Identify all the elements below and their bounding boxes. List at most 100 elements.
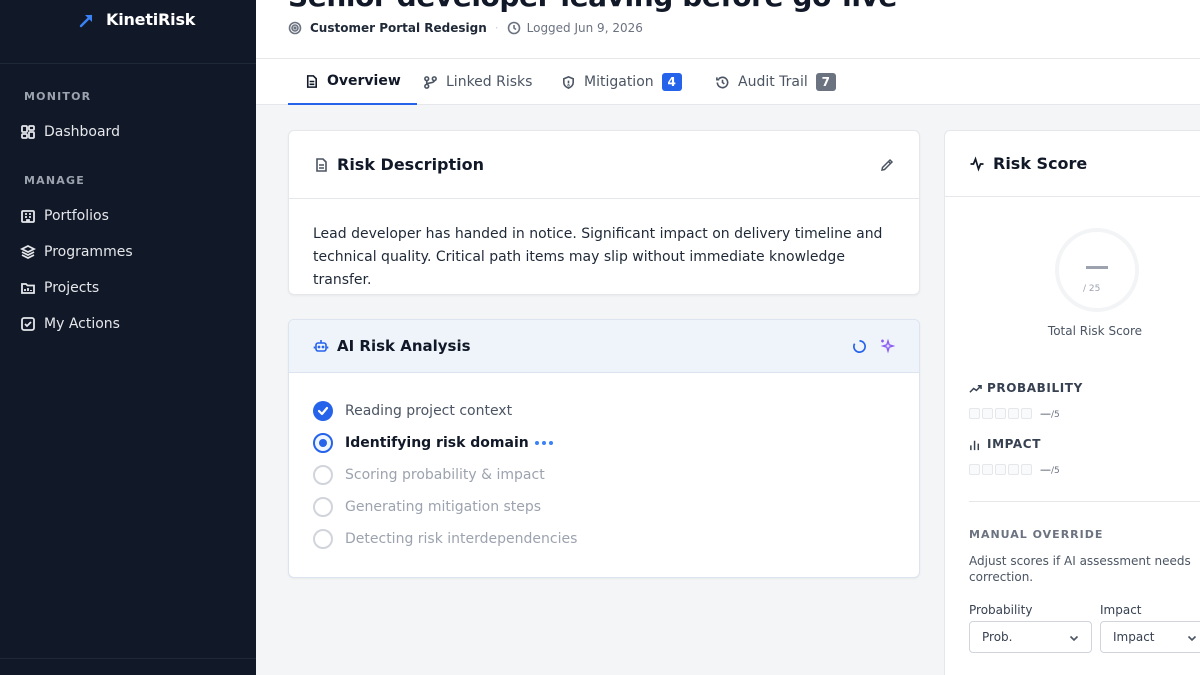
history-icon bbox=[716, 76, 729, 88]
layers-icon bbox=[20, 244, 36, 260]
sidebar-item-label: Dashboard bbox=[44, 124, 120, 140]
score-divider bbox=[969, 501, 1200, 502]
analysis-step: Generating mitigation steps bbox=[313, 491, 895, 523]
probability-value: —/5 bbox=[1040, 407, 1060, 420]
tab-linked-risks[interactable]: Linked Risks bbox=[423, 59, 532, 105]
branch-icon bbox=[424, 75, 437, 89]
analysis-steps: Reading project context Identifying risk… bbox=[289, 373, 919, 555]
tab-label: Linked Risks bbox=[446, 74, 533, 90]
card-title: AI Risk Analysis bbox=[337, 337, 471, 355]
bar-chart-icon bbox=[970, 440, 980, 450]
risk-description-card: Risk Description Lead developer has hand… bbox=[288, 130, 920, 295]
impact-value: —/5 bbox=[1040, 463, 1060, 476]
chevron-down-icon bbox=[1069, 635, 1079, 642]
empty-circle-icon bbox=[313, 529, 333, 549]
total-score-max: / 25 bbox=[1083, 284, 1101, 294]
card-header: Risk Description bbox=[289, 131, 919, 199]
probability-select-label: Probability bbox=[969, 603, 1033, 617]
radio-active-icon bbox=[313, 433, 333, 453]
impact-select[interactable]: Impact bbox=[1100, 621, 1200, 653]
sidebar-item-my-actions[interactable]: My Actions bbox=[0, 306, 256, 342]
probability-select[interactable]: Prob. bbox=[969, 621, 1092, 653]
sidebar: KinetiRisk MONITOR Dashboard MANAGE Port… bbox=[0, 0, 256, 675]
step-label: Detecting risk interdependencies bbox=[345, 531, 578, 547]
probability-pips: —/5 bbox=[969, 407, 1060, 420]
document-icon bbox=[316, 157, 327, 172]
logged-date: Logged Jun 9, 2026 bbox=[526, 21, 643, 35]
step-label: Scoring probability & impact bbox=[345, 467, 545, 483]
checkbox-icon bbox=[21, 317, 35, 331]
document-icon bbox=[306, 74, 317, 88]
app-name: KinetiRisk bbox=[106, 10, 196, 29]
tab-label: Mitigation bbox=[584, 74, 654, 90]
manual-override-help: Adjust scores if AI assessment needs cor… bbox=[969, 554, 1191, 584]
analysis-step: Reading project context bbox=[313, 395, 895, 427]
ai-analysis-card: AI Risk Analysis Reading project context… bbox=[288, 319, 920, 578]
step-label: Generating mitigation steps bbox=[345, 499, 542, 515]
sparkles-icon[interactable] bbox=[879, 338, 895, 354]
edit-pencil-icon[interactable] bbox=[879, 157, 895, 173]
sidebar-item-projects[interactable]: Projects bbox=[0, 270, 256, 306]
page-title: Senior developer leaving before go-live bbox=[288, 0, 897, 13]
sidebar-item-label: My Actions bbox=[44, 316, 120, 332]
main-content: Senior developer leaving before go-live … bbox=[256, 0, 1200, 675]
section-label-manage: MANAGE bbox=[24, 174, 85, 187]
risk-score-gauge bbox=[1055, 228, 1139, 312]
arrow-logo-icon bbox=[79, 14, 93, 28]
empty-circle-icon bbox=[313, 497, 333, 517]
risk-description-text: Lead developer has handed in notice. Sig… bbox=[313, 226, 883, 288]
total-score-placeholder bbox=[1086, 266, 1108, 269]
meta-separator: · bbox=[494, 21, 499, 35]
analysis-step: Scoring probability & impact bbox=[313, 459, 895, 491]
target-icon bbox=[288, 21, 302, 35]
sidebar-item-portfolios[interactable]: Portfolios bbox=[0, 198, 256, 234]
chevron-down-icon bbox=[1187, 635, 1197, 642]
tab-label: Overview bbox=[327, 73, 401, 89]
clock-icon bbox=[507, 21, 520, 35]
sidebar-item-programmes[interactable]: Programmes bbox=[0, 234, 256, 270]
empty-circle-icon bbox=[313, 465, 333, 485]
analysis-step: Identifying risk domain bbox=[313, 427, 895, 459]
sidebar-item-dashboard[interactable]: Dashboard bbox=[0, 114, 256, 150]
impact-select-label: Impact bbox=[1100, 603, 1142, 617]
manual-override-label: MANUAL OVERRIDE bbox=[969, 528, 1104, 541]
tab-label: Audit Trail bbox=[738, 74, 808, 90]
step-label: Reading project context bbox=[345, 403, 513, 419]
page-header: Senior developer leaving before go-live … bbox=[256, 0, 1200, 58]
mitigation-count-badge: 4 bbox=[661, 73, 682, 91]
audit-count-badge: 7 bbox=[815, 73, 836, 91]
sidebar-item-label: Programmes bbox=[44, 244, 133, 260]
card-header: AI Risk Analysis bbox=[289, 320, 919, 373]
project-link[interactable]: Customer Portal Redesign bbox=[310, 21, 487, 35]
impact-label: IMPACT bbox=[969, 437, 1041, 451]
trending-up-icon bbox=[969, 384, 982, 393]
dashboard-icon bbox=[21, 125, 35, 139]
card-title: Risk Score bbox=[993, 154, 1088, 173]
probability-label: PROBABILITY bbox=[969, 381, 1083, 395]
tab-audit-trail[interactable]: Audit Trail 7 bbox=[715, 59, 836, 105]
building-icon bbox=[21, 210, 35, 223]
risk-score-panel: Risk Score / 25 Total Risk Score PROBABI… bbox=[944, 130, 1200, 675]
sidebar-item-label: Portfolios bbox=[44, 208, 109, 224]
impact-pips: —/5 bbox=[969, 463, 1060, 476]
total-score-caption: Total Risk Score bbox=[1047, 324, 1143, 338]
tab-bar: Overview Linked Risks Mitigation 4 Audit… bbox=[256, 58, 1200, 105]
sidebar-divider bbox=[0, 658, 256, 659]
check-circle-icon bbox=[313, 401, 333, 421]
loading-spinner-icon bbox=[853, 339, 866, 353]
section-label-monitor: MONITOR bbox=[24, 90, 92, 103]
typing-dots-icon bbox=[534, 441, 553, 445]
robot-icon bbox=[313, 340, 329, 352]
sidebar-item-label: Projects bbox=[44, 280, 100, 296]
pulse-icon bbox=[970, 155, 984, 172]
shield-icon bbox=[563, 75, 574, 89]
card-title: Risk Description bbox=[337, 155, 485, 174]
tab-mitigation[interactable]: Mitigation 4 bbox=[561, 59, 682, 105]
card-header: Risk Score bbox=[945, 131, 1200, 197]
tab-overview[interactable]: Overview bbox=[288, 59, 417, 105]
brand[interactable]: KinetiRisk bbox=[0, 0, 256, 64]
folder-icon bbox=[21, 283, 35, 294]
risk-meta: Customer Portal Redesign · Logged Jun 9,… bbox=[288, 21, 643, 35]
analysis-step: Detecting risk interdependencies bbox=[313, 523, 895, 555]
step-label: Identifying risk domain bbox=[345, 435, 529, 451]
